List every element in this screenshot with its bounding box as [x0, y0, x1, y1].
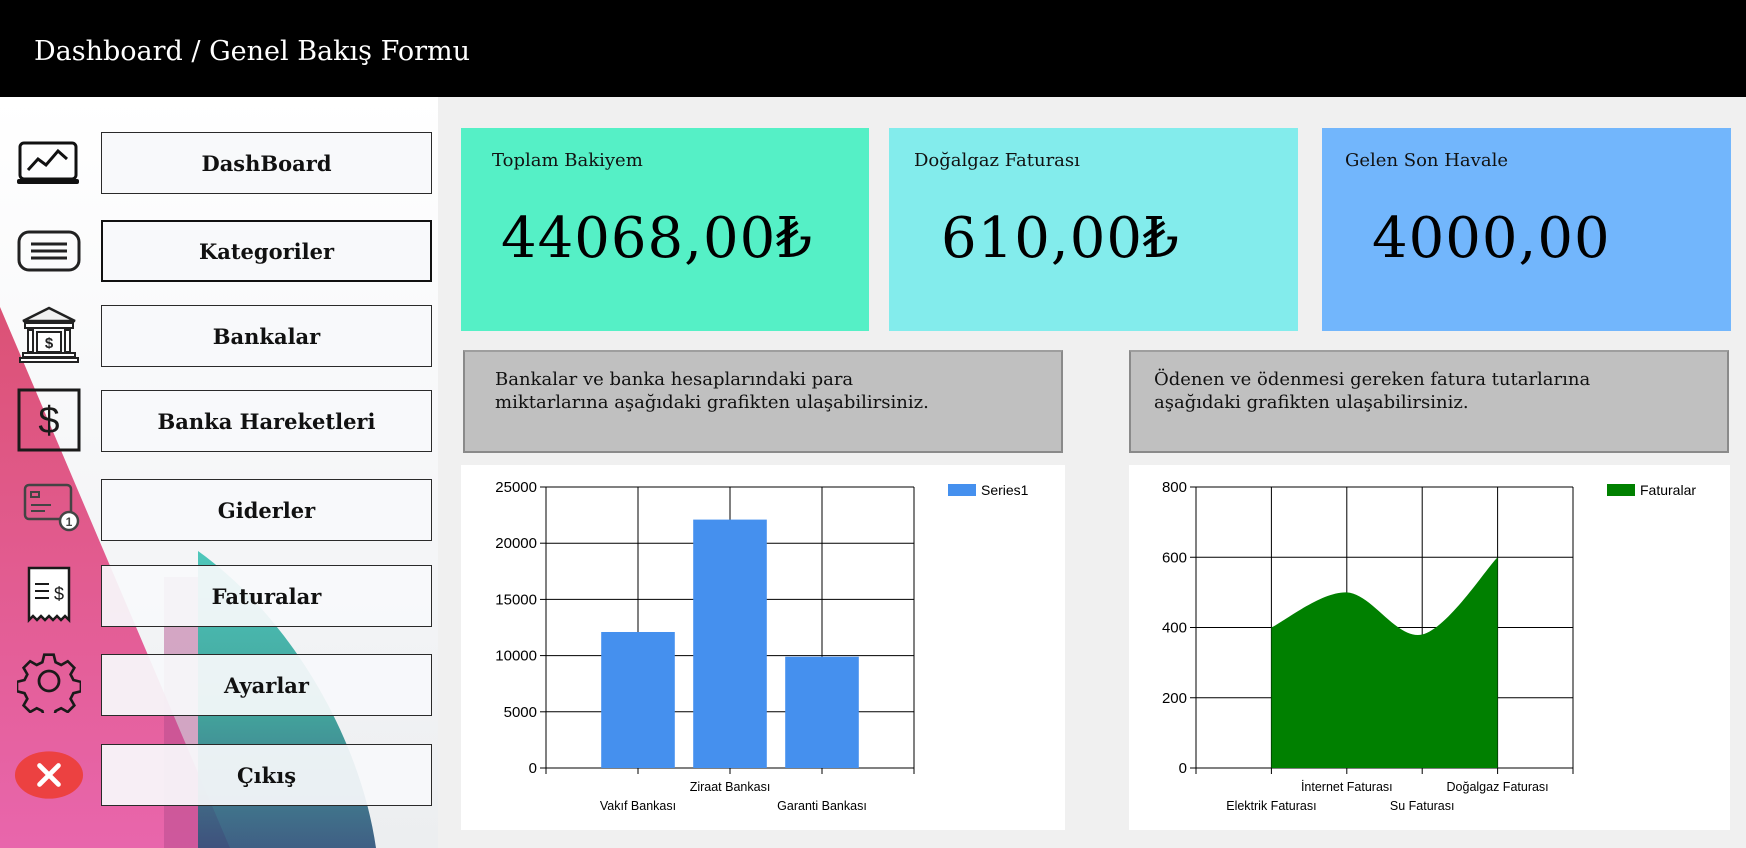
bar [601, 631, 675, 768]
receipt-icon: $ [14, 562, 84, 626]
last-transfer-value: 4000,00 [1372, 206, 1611, 271]
bar-chart-ytick-label: 25000 [495, 479, 537, 496]
total-balance-label: Toplam Bakiyem [492, 150, 643, 171]
bills-area-chart-svg: 0 200 400 600 800 Elektrik Faturası İnternet F… [1162, 479, 1696, 813]
decorative-background [0, 307, 376, 848]
area-chart-category-label: Su Faturası [1390, 799, 1455, 813]
title-bar: Dashboard / Genel Bakış Formu [0, 0, 1746, 97]
last-transfer-card: Gelen Son Havale 4000,00 [1322, 128, 1731, 331]
svg-text:$: $ [45, 335, 54, 352]
nav-ayarlar-button[interactable]: Ayarlar [101, 654, 432, 716]
bank-icon: $ [14, 303, 84, 367]
banks-bar-chart-svg: 0 5000 10000 15000 20000 25000 Vakıf Bankası Zi… [495, 479, 1029, 813]
window-title: Dashboard / Genel Bakış Formu [34, 36, 470, 67]
dollar-icon: $ [14, 388, 84, 452]
card-icon: 1 [14, 475, 84, 539]
bar-chart-ytick-label: 20000 [495, 535, 537, 552]
gas-bill-value: 610,00₺ [941, 206, 1180, 271]
close-icon[interactable] [14, 743, 84, 807]
banks-info-text: Bankalar ve banka hesaplarındaki para mi… [495, 369, 929, 413]
total-balance-card: Toplam Bakiyem 44068,00₺ [461, 128, 869, 331]
legend-swatch [948, 484, 976, 496]
bills-area-chart: 0 200 400 600 800 Elektrik Faturası İnternet F… [1129, 465, 1730, 830]
nav-dashboard-button[interactable]: DashBoard [101, 132, 432, 194]
area-chart-ytick-label: 400 [1162, 620, 1187, 637]
legend-label: Faturalar [1640, 482, 1696, 498]
legend-label: Series1 [981, 482, 1029, 498]
bar-chart-ytick-label: 15000 [495, 591, 537, 608]
bar [785, 656, 859, 768]
bar-chart-category-label: Vakıf Bankası [600, 799, 676, 813]
svg-text:1: 1 [66, 515, 73, 529]
area-chart-ytick-label: 600 [1162, 549, 1187, 566]
area-chart-category-label: İnternet Faturası [1301, 780, 1393, 794]
svg-text:$: $ [54, 584, 64, 604]
chart-line-icon [14, 132, 84, 196]
nav-cikis-button[interactable]: Çıkış [101, 744, 432, 806]
bar-chart-category-label: Garanti Bankası [777, 799, 867, 813]
bar [693, 519, 767, 768]
sidebar: $ $ 1 $ DashBoard Kategoriler Bankalar B… [0, 97, 438, 848]
legend-swatch [1607, 484, 1635, 496]
bills-info-box: Ödenen ve ödenmesi gereken fatura tutarl… [1129, 350, 1729, 453]
banks-bar-chart: 0 5000 10000 15000 20000 25000 Vakıf Bankası Zi… [461, 465, 1065, 830]
area-chart-ytick-label: 200 [1162, 690, 1187, 707]
nav-bankalar-button[interactable]: Bankalar [101, 305, 432, 367]
banks-info-box: Bankalar ve banka hesaplarındaki para mi… [463, 350, 1063, 453]
area-chart-category-label: Elektrik Faturası [1226, 799, 1316, 813]
svg-text:$: $ [38, 400, 59, 442]
gear-icon [14, 649, 84, 713]
area-chart-ytick-label: 0 [1179, 760, 1187, 777]
list-icon [14, 219, 84, 283]
bills-info-text: Ödenen ve ödenmesi gereken fatura tutarl… [1154, 369, 1591, 413]
bar-chart-category-label: Ziraat Bankası [690, 780, 771, 794]
last-transfer-label: Gelen Son Havale [1345, 150, 1508, 171]
gas-bill-card: Doğalgaz Faturası 610,00₺ [889, 128, 1298, 331]
total-balance-value: 44068,00₺ [501, 206, 813, 271]
area-chart-ytick-label: 800 [1162, 479, 1187, 496]
area-chart-category-label: Doğalgaz Faturası [1447, 780, 1549, 794]
area-series [1271, 557, 1498, 768]
gas-bill-label: Doğalgaz Faturası [914, 150, 1080, 171]
nav-banka-hareketleri-button[interactable]: Banka Hareketleri [101, 390, 432, 452]
bar-chart-ytick-label: 10000 [495, 648, 537, 665]
nav-kategoriler-button[interactable]: Kategoriler [101, 220, 432, 282]
bar-chart-ytick-label: 5000 [504, 704, 537, 721]
bar-chart-ytick-label: 0 [529, 760, 537, 777]
nav-faturalar-button[interactable]: Faturalar [101, 565, 432, 627]
nav-giderler-button[interactable]: Giderler [101, 479, 432, 541]
